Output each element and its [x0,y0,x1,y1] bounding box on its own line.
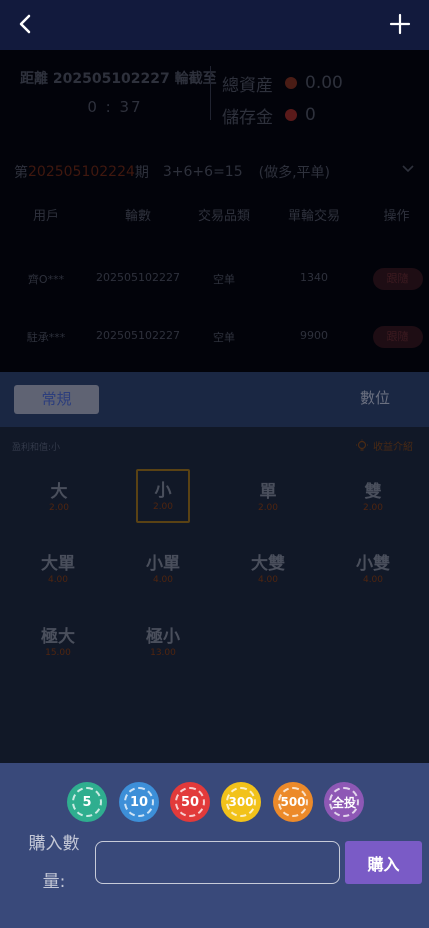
chip-5[interactable]: 5 [67,782,107,822]
col-action: 操作 [383,209,410,224]
cell-type: 空单 [213,273,235,286]
options-panel: 盈利和值:小 收益介紹 大 2.00 小 2.00 單 2.00 雙 2.00 … [0,427,429,763]
quantity-label: 購入數量: [28,834,80,892]
option-odds: 13.00 [150,648,176,658]
deposit-icon [285,109,297,121]
deposit-value: 0 [305,105,316,125]
chevron-down-icon[interactable] [401,164,415,174]
option-big[interactable]: 大 2.00 [32,470,86,524]
option-odds: 2.00 [152,502,174,512]
option-label: 極大 [41,627,75,647]
dimmed-overlay[interactable]: 距離 202505102227 輪截至 0 : 37 總資産 0.00 儲存金 … [0,50,429,372]
table-row: 齊O*** 202505102227 空单 1340 跟隨 [0,268,429,290]
cell-round: 202505102227 [96,271,180,284]
period-prefix: 第 [14,165,28,181]
option-odds: 4.00 [257,575,279,585]
option-odds: 4.00 [362,575,384,585]
lightbulb-icon [356,439,368,451]
option-label: 雙 [364,482,382,502]
option-label: 大單 [41,554,75,574]
countdown-label: 距離 202505102227 輪截至 [20,71,217,87]
tab-regular[interactable]: 常規 [14,385,99,414]
option-label: 大 [50,482,68,502]
cell-user: 駐承*** [26,331,66,344]
col-amount: 單輪交易 [287,209,340,224]
option-small-even[interactable]: 小雙 4.00 [346,542,400,596]
chip-label: 10 [124,787,154,817]
option-label: 單 [259,482,277,502]
option-odds: 2.00 [362,503,384,513]
period-tag: (做多,平单) [258,165,330,181]
option-small-odd[interactable]: 小單 4.00 [136,542,190,596]
cell-type: 空单 [213,331,235,344]
option-odds: 15.00 [45,648,71,658]
total-assets-value: 0.00 [305,73,343,93]
chip-all-in[interactable]: 全投 [324,782,364,822]
top-bar [0,0,429,50]
cell-amount: 1340 [300,271,328,284]
col-type: 交易品類 [197,209,250,224]
assets-panel: 總資産 0.00 儲存金 0 [222,68,343,130]
buy-button[interactable]: 購入 [345,841,422,884]
total-assets-label: 總資産 [222,75,273,96]
chip-label: 全投 [329,787,359,817]
option-extreme-small[interactable]: 極小 13.00 [136,615,190,669]
divider [210,66,211,120]
option-odd[interactable]: 單 2.00 [241,470,295,524]
tab-digit[interactable]: 數位 [360,387,390,408]
table-row: 駐承*** 202505102227 空单 9900 跟隨 [0,326,429,348]
countdown: 距離 202505102227 輪截至 0 : 37 [20,68,217,116]
period-suffix: 期 [134,165,149,181]
option-label: 小單 [146,554,180,574]
cell-round: 202505102227 [96,329,180,342]
period-result: 3+6+6=15 [162,164,243,180]
col-round: 輪數 [124,209,151,224]
option-small[interactable]: 小 2.00 [136,469,190,523]
chip-50[interactable]: 50 [170,782,210,822]
chip-label: 500 [278,787,308,817]
option-label: 小 [154,481,172,501]
chip-label: 300 [226,787,256,817]
option-big-even[interactable]: 大雙 4.00 [241,542,295,596]
option-extreme-big[interactable]: 極大 15.00 [31,615,85,669]
deposit-label: 儲存金 [222,107,273,128]
table-header: 用戶 輪數 交易品類 單輪交易 操作 [0,205,429,224]
purchase-bar: 5 10 50 300 500 全投 購入數量: 購入 [0,763,429,928]
cell-amount: 9900 [300,329,328,342]
option-odds: 2.00 [257,503,279,513]
period-number: 202505102224 [28,164,135,180]
quantity-input[interactable] [95,841,340,884]
chip-500[interactable]: 500 [273,782,313,822]
option-odds: 4.00 [152,575,174,585]
coin-icon [285,77,297,89]
follow-button[interactable]: 跟隨 [372,268,423,290]
chip-label: 50 [175,787,205,817]
option-label: 小雙 [356,554,390,574]
chevron-left-icon[interactable] [14,10,36,38]
profit-hint: 盈利和值:小 [12,443,61,453]
option-label: 大雙 [251,554,285,574]
follow-button[interactable]: 跟隨 [372,326,423,348]
chip-10[interactable]: 10 [119,782,159,822]
chip-label: 5 [72,787,102,817]
chip-300[interactable]: 300 [221,782,261,822]
income-intro-link[interactable]: 收益介紹 [355,438,413,453]
mode-tabs: 常規 數位 [0,372,429,427]
option-label: 極小 [146,627,180,647]
last-period-result[interactable]: 第 202505102224 期 3+6+6=15 (做多,平单) [14,162,419,182]
col-user: 用戶 [32,209,59,224]
option-odds: 2.00 [48,503,70,513]
plus-icon[interactable] [387,10,413,38]
option-odds: 4.00 [47,575,69,585]
countdown-time: 0 : 37 [87,98,143,116]
option-big-odd[interactable]: 大單 4.00 [31,542,85,596]
option-even[interactable]: 雙 2.00 [346,470,400,524]
income-intro-label: 收益介紹 [373,442,413,453]
cell-user: 齊O*** [27,273,65,286]
